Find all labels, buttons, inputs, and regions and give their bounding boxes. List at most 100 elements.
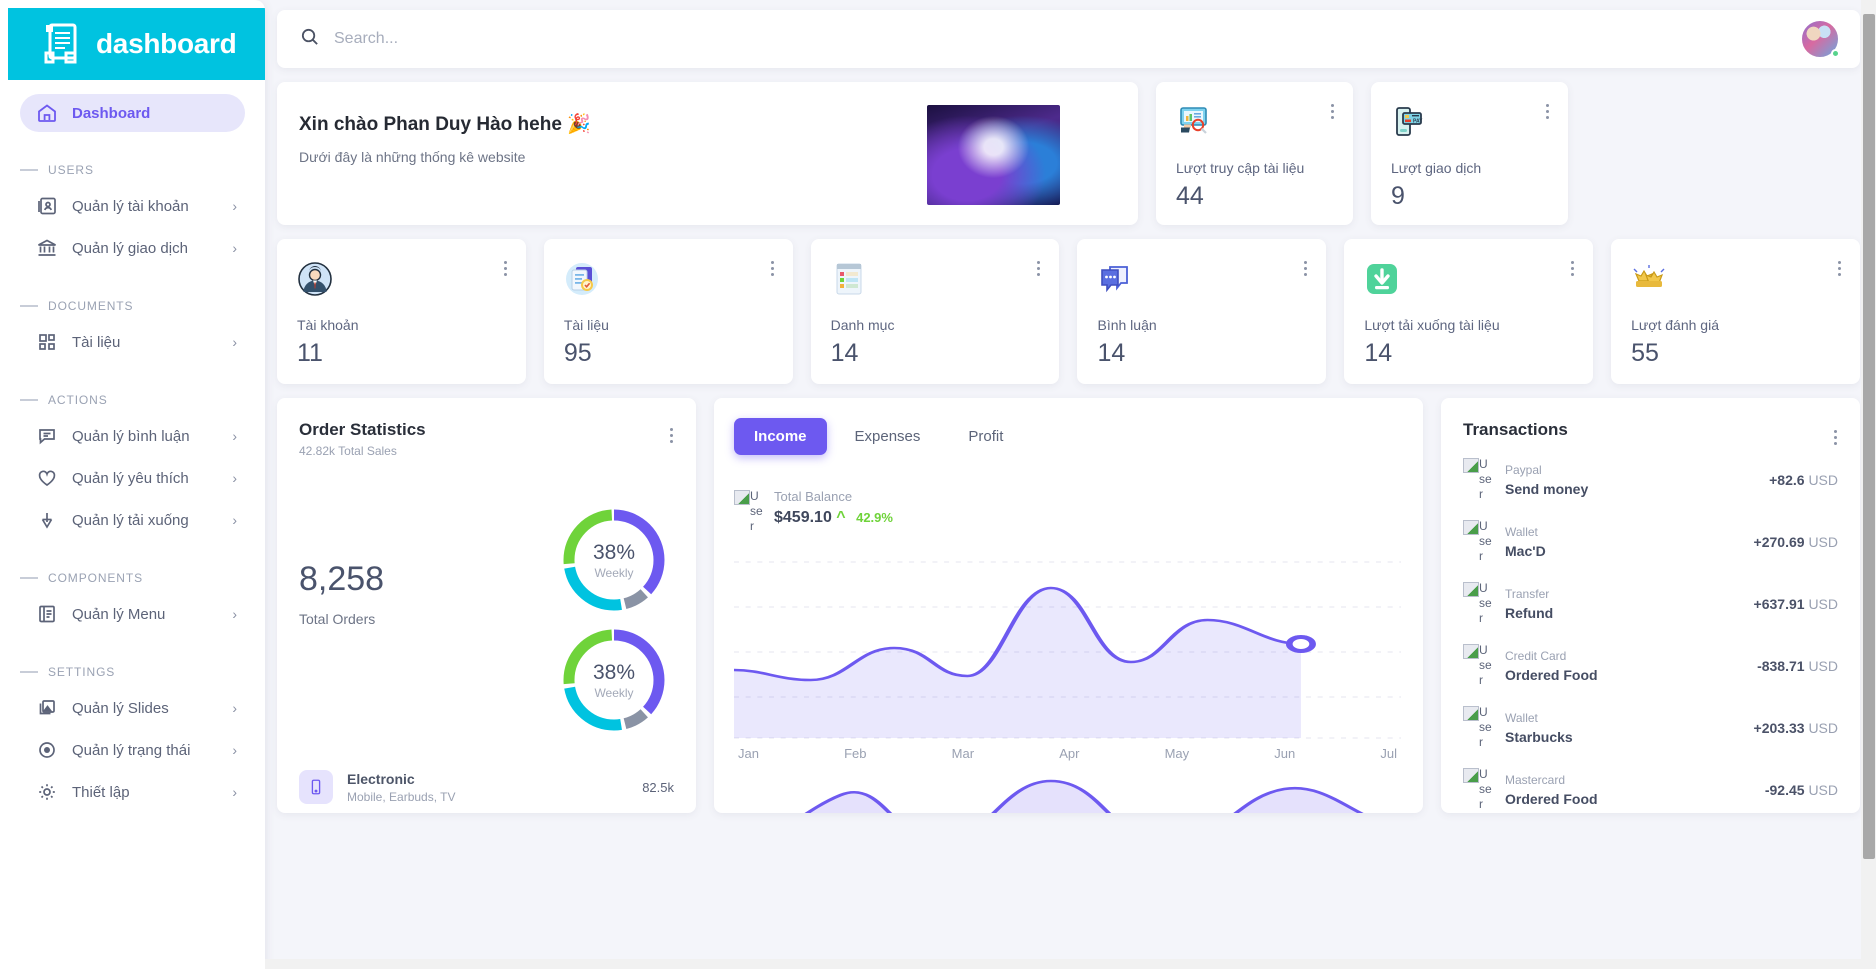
x-tick: Jan	[738, 746, 759, 761]
tab-income[interactable]: Income	[734, 418, 827, 455]
transaction-amount: -838.71 USD	[1757, 658, 1838, 674]
income-tabs: Income Expenses Profit	[734, 418, 1401, 455]
search-area[interactable]	[299, 26, 1800, 52]
more-options-icon[interactable]	[670, 428, 674, 446]
chevron-right-icon: ›	[232, 606, 237, 622]
chevron-right-icon: ›	[232, 784, 237, 800]
sidebar-item-label: Thiết lập	[72, 783, 130, 801]
more-options-icon[interactable]	[1331, 104, 1335, 122]
brand-header: dashboard	[8, 8, 265, 80]
stat-label: Danh mục	[830, 317, 895, 333]
vertical-scrollbar[interactable]	[1861, 0, 1876, 969]
sidebar-item-thiet-lap[interactable]: Thiết lập ›	[12, 772, 253, 812]
welcome-card: Xin chào Phan Duy Hào hehe 🎉 Dưới đây là…	[277, 82, 1138, 225]
more-options-icon[interactable]	[770, 261, 775, 279]
table-row[interactable]: User Credit Card Ordered Food -838.71 US…	[1463, 643, 1838, 688]
search-icon	[299, 26, 320, 52]
sidebar-item-quan-ly-tai-xuong[interactable]: Quản lý tải xuống ›	[12, 500, 253, 540]
sidebar-item-label: Quản lý Menu	[72, 605, 166, 623]
sidebar-item-quan-ly-yeu-thich[interactable]: Quản lý yêu thích ›	[12, 458, 253, 498]
transaction-name: Ordered Food	[1505, 666, 1598, 683]
more-options-icon[interactable]	[503, 261, 508, 279]
goku-hero-image	[927, 105, 1060, 205]
table-row[interactable]: User Paypal Send money +82.6 USD	[1463, 457, 1838, 502]
stat-card-tai-khoan[interactable]: Tài khoản 11	[277, 239, 526, 384]
chevron-right-icon: ›	[232, 700, 237, 716]
more-options-icon[interactable]	[1304, 261, 1308, 279]
table-row[interactable]: User Wallet Mac'D +270.69 USD	[1463, 519, 1838, 564]
welcome-title: Xin chào Phan Duy Hào hehe 🎉	[299, 114, 591, 135]
category-name: Electronic	[347, 770, 415, 787]
sidebar-item-label: Quản lý tài khoản	[72, 197, 189, 215]
section-label: SETTINGS	[48, 665, 116, 679]
tab-profit[interactable]: Profit	[948, 418, 1023, 455]
amount-value: +82.6	[1769, 471, 1805, 488]
transaction-amount: +270.69 USD	[1754, 534, 1838, 550]
sidebar-item-quan-ly-menu[interactable]: Quản lý Menu ›	[12, 594, 253, 634]
total-orders-block: 8,258 Total Orders	[299, 494, 562, 748]
card-title: Order Statistics	[299, 420, 426, 439]
sidebar-section-documents: DOCUMENTS	[12, 296, 253, 316]
sidebar-item-dashboard[interactable]: Dashboard	[20, 94, 245, 132]
table-row[interactable]: User Transfer Refund +637.91 USD	[1463, 581, 1838, 626]
category-row-electronic: Electronic Mobile, Earbuds, TV 82.5k	[299, 770, 674, 804]
stat-card-luot-danh-gia[interactable]: Lượt đánh giá 55	[1611, 239, 1860, 384]
stat-card-binh-luan[interactable]: Bình luận 14	[1077, 239, 1327, 384]
stat-card-tai-lieu[interactable]: Tài liệu 95	[543, 239, 793, 384]
more-options-icon[interactable]	[1837, 261, 1842, 279]
more-options-icon[interactable]	[1571, 261, 1575, 279]
tab-expenses[interactable]: Expenses	[835, 418, 941, 455]
chevron-right-icon: ›	[232, 240, 237, 256]
sidebar-item-quan-ly-slides[interactable]: Quản lý Slides ›	[12, 688, 253, 728]
stat-card-danh-muc[interactable]: Danh mục 14	[810, 239, 1060, 384]
user-avatar-button[interactable]	[1800, 19, 1840, 59]
stat-card-luot-truy-cap-tai-lieu[interactable]: Lượt truy cập tài liệu 44	[1156, 82, 1353, 225]
x-tick: Jul	[1380, 746, 1397, 761]
stat-label: Lượt tải xuống tài liệu	[1364, 317, 1500, 333]
stat-label: Lượt truy cập tài liệu	[1176, 160, 1305, 176]
broken-user-avatar-image: User	[1463, 581, 1493, 626]
table-row[interactable]: User Wallet Starbucks +203.33 USD	[1463, 705, 1838, 750]
balance-value-row: $459.10 ^ 42.9%	[774, 509, 893, 527]
transaction-type: Mastercard	[1505, 772, 1566, 787]
horizontal-scrollbar[interactable]	[265, 959, 1876, 969]
sidebar-item-quan-ly-binh-luan[interactable]: Quản lý bình luận ›	[12, 416, 253, 456]
sidebar-item-tai-lieu[interactable]: Tài liệu ›	[12, 322, 253, 362]
donut-center-label: 38% Weekly	[562, 628, 666, 732]
donut-charts: 38% Weekly 38% Weekly	[562, 494, 674, 748]
table-row[interactable]: User Mastercard Ordered Food -92.45 USD	[1463, 767, 1838, 812]
transaction-type: Transfer	[1505, 586, 1550, 601]
total-orders-value: 8,258	[299, 560, 385, 598]
sidebar-section-users: USERS	[12, 160, 253, 180]
more-options-icon[interactable]	[1037, 261, 1041, 279]
sidebar-item-label: Tài liệu	[72, 333, 121, 351]
order-statistics-card: Order Statistics 42.82k Total Sales 8,25…	[277, 398, 696, 813]
chevron-right-icon: ›	[232, 198, 237, 214]
transaction-type: Credit Card	[1505, 648, 1567, 663]
contact-card-icon	[36, 195, 58, 217]
section-label: USERS	[48, 163, 94, 177]
sidebar-item-label: Quản lý Slides	[72, 699, 169, 717]
amount-value: -838.71	[1757, 657, 1805, 674]
broken-user-avatar-image: User	[734, 489, 764, 534]
amount-currency: USD	[1808, 595, 1838, 612]
sidebar-item-quan-ly-giao-dich[interactable]: Quản lý giao dịch ›	[12, 228, 253, 268]
donut-chart-weekly-1: 38% Weekly	[562, 508, 666, 612]
amount-value: +637.91	[1753, 595, 1805, 612]
sidebar-item-quan-ly-trang-thai[interactable]: Quản lý trạng thái ›	[12, 730, 253, 770]
scrollbar-thumb[interactable]	[1863, 14, 1875, 859]
section-label: COMPONENTS	[48, 571, 144, 585]
stat-value: 14	[830, 339, 859, 367]
stat-label: Tài khoản	[297, 317, 359, 333]
sidebar-item-quan-ly-tai-khoan[interactable]: Quản lý tài khoản ›	[12, 186, 253, 226]
stat-value: 44	[1176, 182, 1204, 210]
search-input[interactable]	[334, 30, 674, 48]
more-options-icon[interactable]	[1546, 104, 1550, 122]
welcome-row: Xin chào Phan Duy Hào hehe 🎉 Dưới đây là…	[277, 82, 1860, 225]
stat-card-luot-giao-dich[interactable]: PAY Lượt giao dịch 9	[1371, 82, 1568, 225]
stat-card-luot-tai-xuong-tai-lieu[interactable]: Lượt tải xuống tài liệu 14	[1344, 239, 1594, 384]
transaction-amount: +203.33 USD	[1754, 720, 1838, 736]
amount-currency: USD	[1808, 533, 1838, 550]
more-options-icon[interactable]	[1834, 430, 1838, 448]
comment-icon	[36, 425, 58, 447]
